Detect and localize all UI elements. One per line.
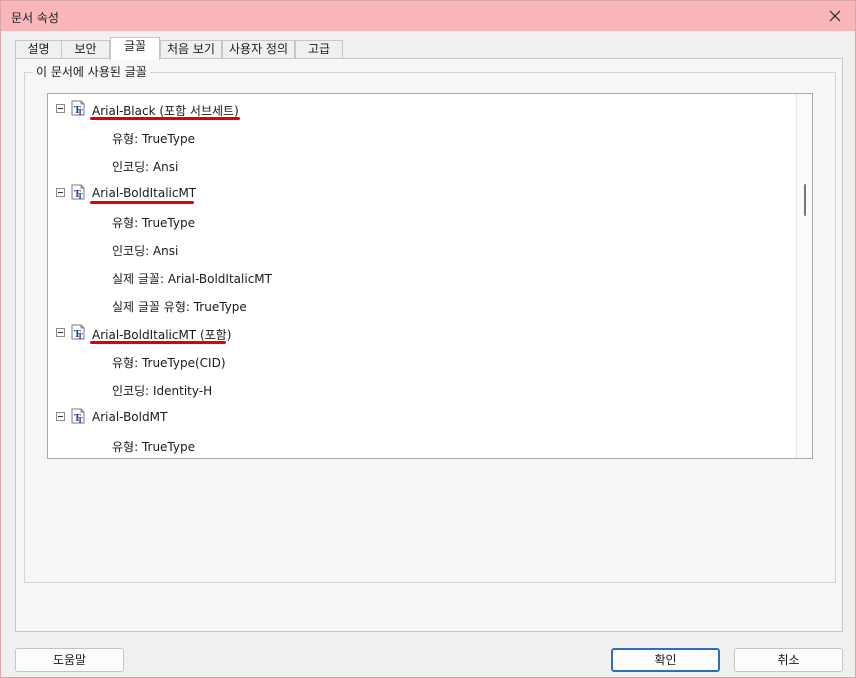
font-attribute: 유형: TrueType [112,216,195,230]
font-node-arial-bolditalicmt-embedded[interactable]: T T Arial-BoldItalicMT (포함) [48,324,798,342]
fonts-groupbox: 이 문서에 사용된 글꼴 T T Arial-Black (포함 서브세트) 유… [24,65,836,583]
svg-text:T: T [78,192,84,201]
cancel-button[interactable]: 취소 [734,648,843,672]
truetype-font-icon: T T [71,324,85,341]
font-attribute: 인코딩: Ansi [112,244,179,258]
help-button[interactable]: 도움말 [15,648,124,672]
svg-text:T: T [78,416,84,425]
ok-button[interactable]: 확인 [611,648,720,672]
document-properties-dialog: 문서 속성 설명 보안 글꼴 처음 보기 사용자 정의 고급 이 문서에 사용된… [0,0,856,678]
tab-security[interactable]: 보안 [61,40,110,58]
tree-scrollbar[interactable] [796,94,812,458]
font-node-arial-boldmt[interactable]: T T Arial-BoldMT [48,408,798,426]
tab-custom[interactable]: 사용자 정의 [222,40,295,58]
fonts-tree[interactable]: T T Arial-Black (포함 서브세트) 유형: TrueType 인… [47,93,813,459]
font-attribute: 인코딩: Ansi [112,160,179,174]
font-attribute: 유형: TrueType [112,440,195,454]
svg-text:T: T [78,108,84,117]
close-icon [829,10,841,22]
fonts-group-label: 이 문서에 사용된 글꼴 [33,65,150,79]
font-attribute: 유형: TrueType(CID) [112,356,226,370]
tree-collapse-icon[interactable] [56,104,65,113]
tab-description[interactable]: 설명 [15,40,62,58]
font-attribute: 실제 글꼴: Arial-BoldItalicMT [112,272,272,286]
font-attribute: 실제 글꼴 유형: TrueType [112,300,247,314]
tree-collapse-icon[interactable] [56,412,65,421]
highlight-underline [90,117,240,120]
font-name: Arial-BoldItalicMT [92,186,197,200]
highlight-underline [90,341,226,344]
truetype-font-icon: T T [71,184,85,201]
window-title: 문서 속성 [11,11,59,25]
fonts-tab-panel: 이 문서에 사용된 글꼴 T T Arial-Black (포함 서브세트) 유… [15,58,843,632]
truetype-font-icon: T T [71,408,85,425]
tab-fonts[interactable]: 글꼴 [110,37,160,60]
close-button[interactable] [815,1,855,31]
tab-advanced[interactable]: 고급 [295,40,343,58]
font-node-arial-bolditalicmt[interactable]: T T Arial-BoldItalicMT [48,184,798,202]
svg-text:T: T [78,332,84,341]
highlight-underline [90,201,194,204]
tree-collapse-icon[interactable] [56,328,65,337]
scrollbar-thumb[interactable] [804,184,806,216]
title-bar: 문서 속성 [1,1,855,31]
font-attribute: 유형: TrueType [112,132,195,146]
truetype-font-icon: T T [71,100,85,117]
font-attribute: 인코딩: Identity-H [112,384,213,398]
font-node-arial-black[interactable]: T T Arial-Black (포함 서브세트) [48,100,798,118]
tree-collapse-icon[interactable] [56,188,65,197]
font-name: Arial-BoldMT [92,410,168,424]
tab-initial-view[interactable]: 처음 보기 [160,40,222,58]
